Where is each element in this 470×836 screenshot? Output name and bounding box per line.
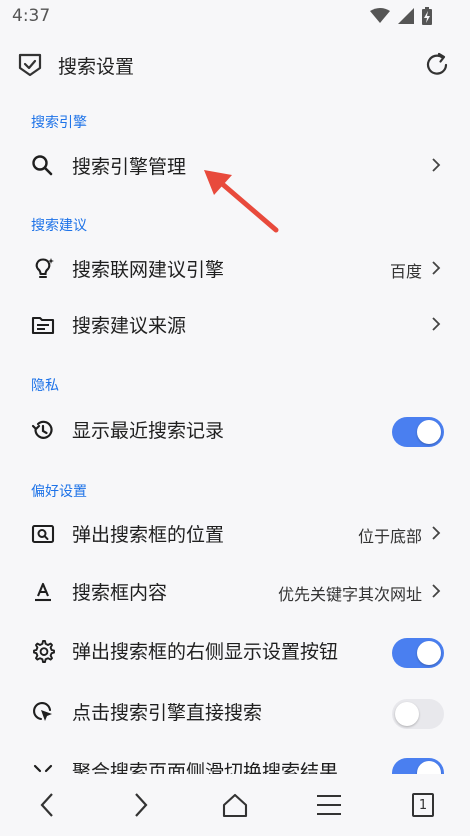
toggle-knob [417, 420, 441, 444]
row-label: 搜索引擎管理 [72, 156, 187, 178]
lightbulb-icon [35, 258, 54, 279]
row-online-suggest-engine[interactable]: 搜索联网建议引擎 百度 [0, 243, 470, 293]
section-title-suggest: 搜索建议 [31, 218, 87, 234]
chevron-right-icon [432, 526, 441, 540]
chevron-right-icon [432, 158, 441, 172]
shield-check-icon[interactable] [16, 51, 44, 79]
toggle-knob [395, 702, 419, 726]
section-title-engine: 搜索引擎 [31, 115, 87, 131]
forward-button[interactable] [124, 788, 158, 822]
row-label: 显示最近搜索记录 [72, 420, 225, 442]
wifi-icon [370, 8, 390, 23]
section-title-privacy: 隐私 [31, 378, 59, 394]
refresh-icon[interactable] [422, 50, 452, 80]
toggle-knob [417, 641, 441, 665]
back-button[interactable] [30, 788, 64, 822]
row-label: 搜索建议来源 [72, 315, 187, 337]
home-icon [222, 793, 248, 818]
status-bar: 4:37 [0, 0, 470, 34]
signal-icon [398, 8, 414, 24]
menu-icon [317, 795, 341, 815]
row-box-content[interactable]: 搜索框内容 优先关键字其次网址 [0, 566, 470, 616]
row-popup-position[interactable]: 弹出搜索框的位置 位于底部 [0, 508, 470, 558]
chevron-right-icon [135, 793, 148, 817]
row-label: 点击搜索引擎直接搜索 [72, 702, 263, 724]
search-icon [32, 155, 53, 176]
history-icon [31, 420, 53, 439]
row-label: 搜索联网建议引擎 [72, 259, 225, 281]
toggle-switch[interactable] [392, 638, 444, 668]
search-box-icon [31, 524, 55, 544]
text-format-icon [35, 582, 51, 602]
chevron-right-icon [432, 317, 441, 331]
tabs-button[interactable]: 1 [406, 788, 440, 822]
row-value: 百度 [389, 262, 422, 281]
toggle-knob [417, 761, 441, 774]
toggle-switch[interactable] [392, 417, 444, 447]
menu-button[interactable] [312, 788, 346, 822]
row-label: 搜索框内容 [72, 582, 168, 604]
status-icons [370, 7, 432, 25]
folder-list-icon [31, 316, 55, 335]
section-title-prefs: 偏好设置 [31, 484, 87, 500]
row-value: 位于底部 [357, 527, 422, 546]
annotation-arrow [204, 170, 279, 233]
row-popup-settings-button[interactable]: 弹出搜索框的右侧显示设置按钮 [0, 625, 470, 675]
row-label: 弹出搜索框的位置 [72, 524, 225, 546]
chevron-left-icon [40, 793, 53, 817]
status-time: 4:37 [12, 6, 51, 26]
battery-icon [422, 7, 432, 25]
toggle-switch[interactable] [392, 699, 444, 729]
row-value: 优先关键字其次网址 [277, 585, 422, 604]
row-label: 弹出搜索框的右侧显示设置按钮 [72, 641, 339, 663]
swipe-icon [33, 764, 53, 773]
page-title: 搜索设置 [58, 56, 135, 78]
home-button[interactable] [218, 788, 252, 822]
gear-icon [33, 640, 55, 663]
cursor-click-icon [33, 702, 52, 721]
row-show-recent[interactable]: 显示最近搜索记录 [0, 404, 470, 454]
row-aggregate-swipe[interactable]: 聚合搜索页面侧滑切换搜索结果 [0, 748, 470, 774]
row-suggest-source[interactable]: 搜索建议来源 [0, 299, 470, 349]
row-label: 聚合搜索页面侧滑切换搜索结果 [72, 761, 339, 774]
toggle-switch[interactable] [392, 758, 444, 774]
bottom-nav: 1 [0, 774, 470, 836]
row-click-engine-search[interactable]: 点击搜索引擎直接搜索 [0, 686, 470, 736]
tabs-count: 1 [412, 793, 434, 817]
app-header: 搜索设置 [0, 40, 470, 90]
chevron-right-icon [432, 261, 441, 275]
chevron-right-icon [432, 584, 441, 598]
